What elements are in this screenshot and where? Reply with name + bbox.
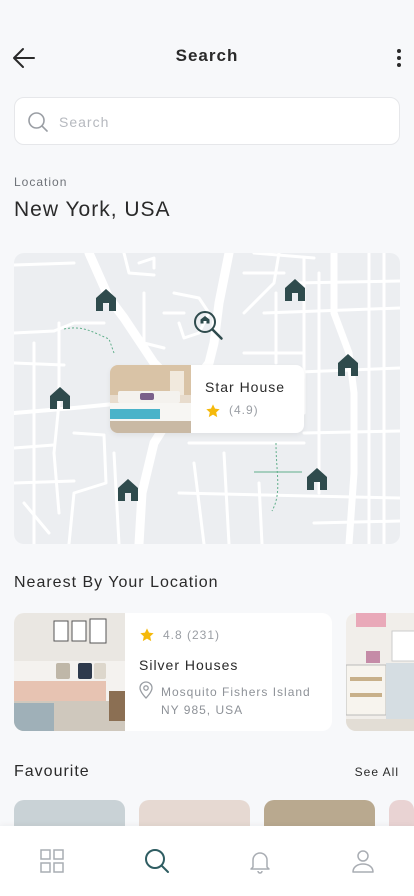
- star-icon: [206, 404, 220, 418]
- nearest-listing-card[interactable]: 4.8 (231) Silver Houses Mosquito Fishers…: [14, 613, 332, 731]
- listing-name: Silver Houses: [139, 657, 239, 673]
- search-icon[interactable]: [144, 848, 170, 874]
- location-value[interactable]: New York, USA: [14, 198, 171, 222]
- more-vertical-icon[interactable]: [392, 44, 406, 72]
- listing-rating: (4.9): [229, 403, 259, 417]
- location-pin-icon: [139, 681, 153, 699]
- map-listing-popup[interactable]: Star House (4.9): [110, 365, 304, 433]
- house-pin-icon[interactable]: [117, 478, 139, 502]
- house-pin-icon[interactable]: [49, 386, 71, 410]
- listing-name: Star House: [205, 379, 286, 395]
- nearest-listing-card-partial[interactable]: [346, 613, 414, 731]
- address-line-2: NY 985, USA: [161, 703, 244, 717]
- listing-rating: 4.8 (231): [163, 628, 221, 642]
- listing-address: Mosquito Fishers Island NY 985, USA: [161, 683, 311, 719]
- search-input[interactable]: [59, 110, 379, 134]
- search-bar[interactable]: [14, 97, 400, 145]
- house-pin-icon[interactable]: [306, 467, 328, 491]
- page-title: Search: [175, 46, 239, 65]
- bell-icon[interactable]: [247, 848, 273, 874]
- star-icon: [140, 628, 154, 642]
- house-pin-icon[interactable]: [284, 278, 306, 302]
- user-icon[interactable]: [350, 848, 376, 874]
- map-search-marker-icon[interactable]: [192, 309, 224, 341]
- see-all-link[interactable]: See All: [355, 765, 399, 779]
- location-label: Location: [14, 175, 68, 189]
- grid-icon[interactable]: [39, 848, 65, 874]
- house-pin-icon[interactable]: [95, 288, 117, 312]
- listing-photo: [346, 613, 414, 731]
- address-line-1: Mosquito Fishers Island: [161, 685, 311, 699]
- house-pin-icon[interactable]: [337, 353, 359, 377]
- bottom-tab-bar: [0, 826, 414, 896]
- search-icon: [28, 112, 48, 132]
- favourite-section-title: Favourite: [14, 763, 90, 780]
- listing-photo: [14, 613, 125, 731]
- listing-photo: [110, 365, 191, 433]
- nearest-section-title: Nearest By Your Location: [14, 574, 219, 591]
